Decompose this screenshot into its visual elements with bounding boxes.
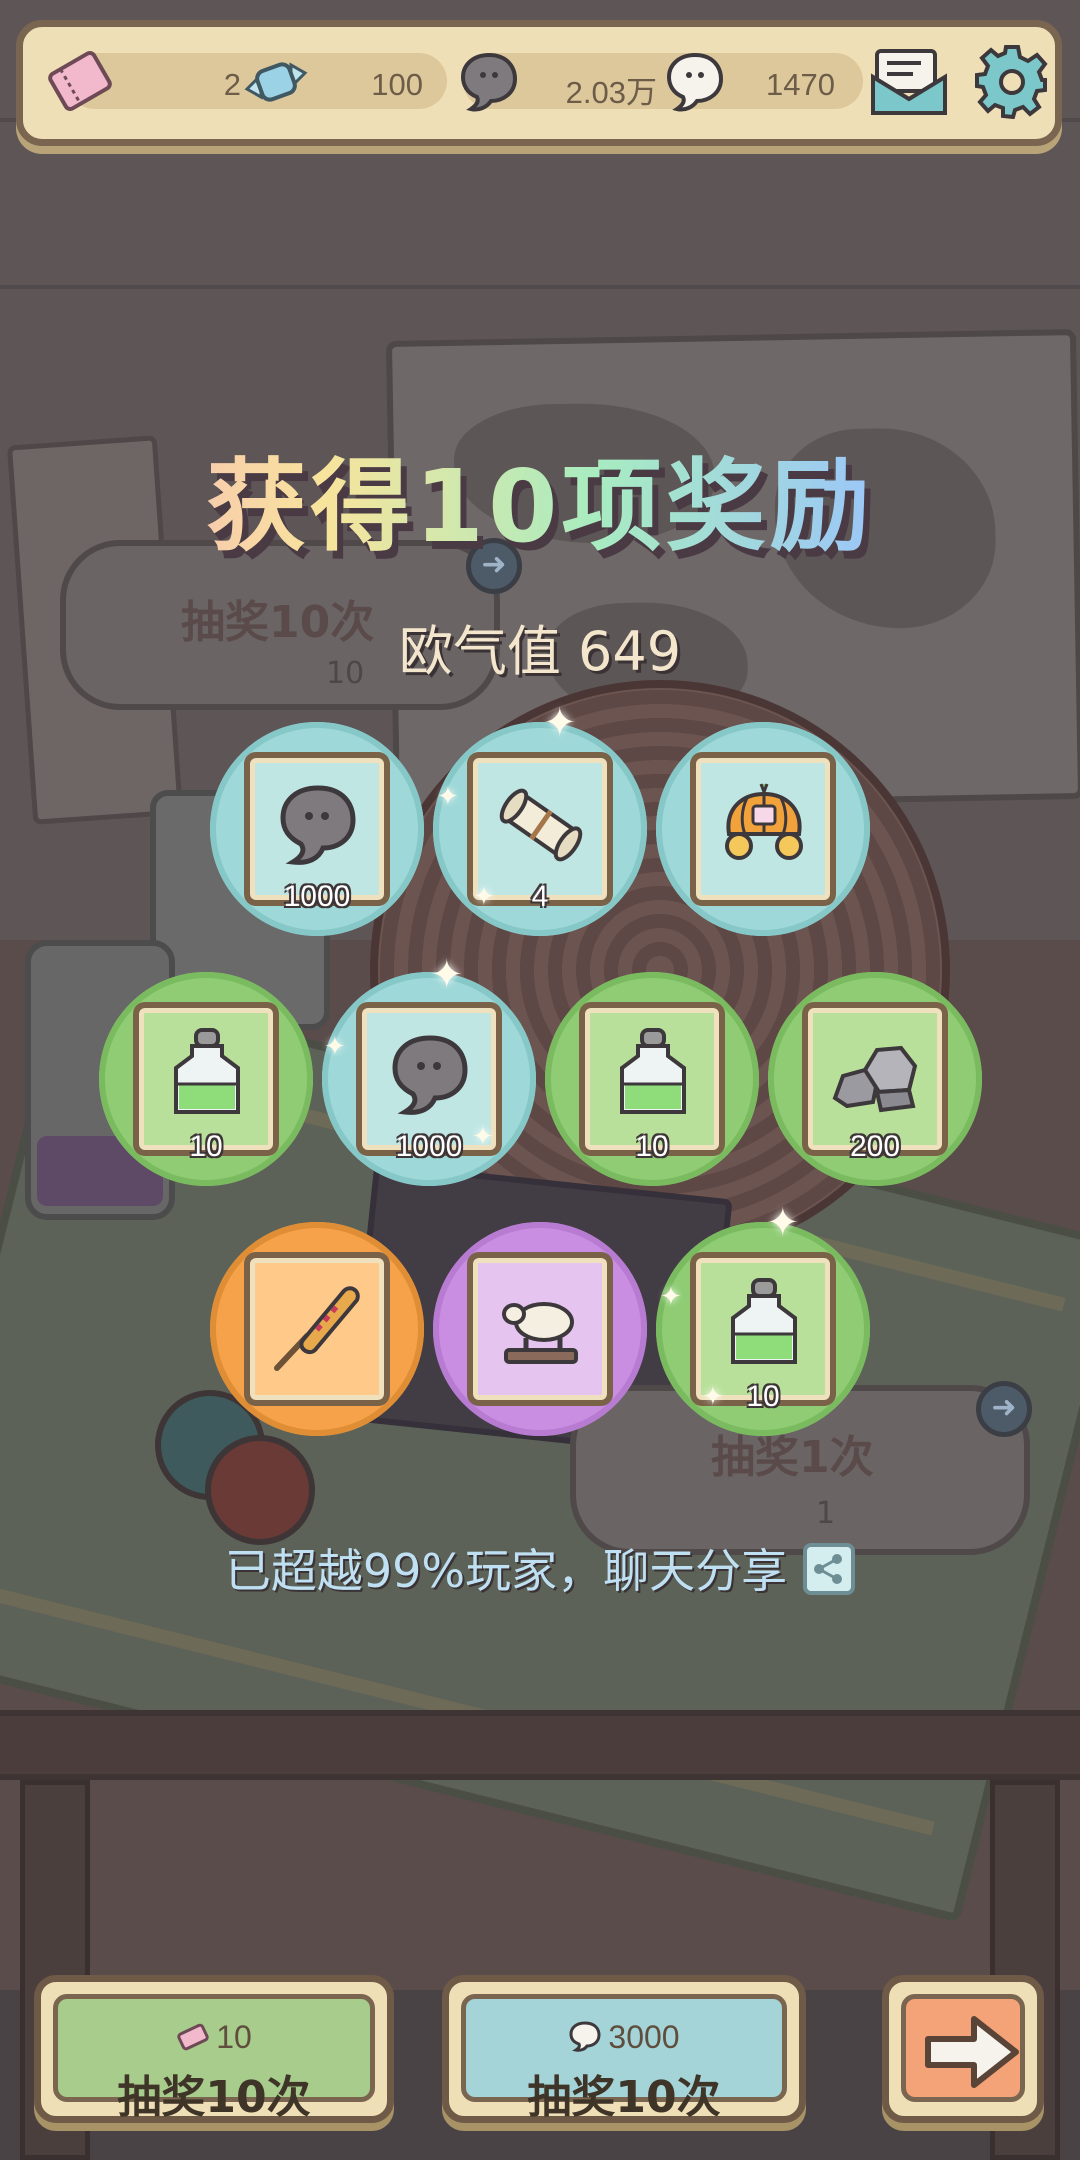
reward-count: 4	[531, 880, 549, 913]
sparkle-icon: ✦	[473, 882, 495, 912]
reward-item[interactable]: 10	[99, 972, 313, 1186]
candy-count: 100	[371, 67, 423, 102]
reward-item[interactable]	[210, 1222, 424, 1436]
white-bubble-icon	[666, 52, 724, 112]
pumpkin-carriage-icon	[725, 783, 803, 860]
candy-icon	[244, 62, 308, 102]
sparkle-icon: ✦	[660, 1282, 682, 1312]
next-button[interactable]	[882, 1975, 1044, 2123]
dark-bubble-icon	[280, 785, 356, 865]
corndog-icon	[274, 1286, 360, 1371]
reward-item[interactable]	[433, 1222, 647, 1436]
reward-item[interactable]: 10	[545, 972, 759, 1186]
scroll-icon	[499, 788, 583, 862]
reward-count: 1000	[395, 1130, 463, 1163]
share-link[interactable]: 已超越99%玩家，聊天分享	[0, 1535, 1080, 1601]
draw10-ticket-cost: 10	[216, 2019, 252, 2055]
dark-bubble-icon	[392, 1035, 468, 1115]
white-bubble-count: 1470	[766, 67, 835, 102]
white-bubble-icon	[569, 2021, 601, 2052]
dark-bubble-icon	[460, 52, 518, 112]
sparkle-icon: ✦	[766, 1200, 800, 1246]
reward-item[interactable]: 200	[768, 972, 982, 1186]
arrow-right-icon	[925, 2016, 1019, 2088]
arrow-icon: ➜	[976, 1381, 1032, 1437]
sheep-statue-icon	[502, 1302, 578, 1364]
reward-count: 10	[635, 1130, 669, 1163]
sparkle-icon: ✦	[472, 1122, 494, 1152]
draw1-card-cost: 1	[816, 1496, 836, 1531]
reward-count: 10	[189, 1130, 223, 1163]
draw10-ticket-label: 抽奖10次	[117, 2072, 311, 2123]
draw10-ticket-button[interactable]: 10 抽奖10次	[34, 1975, 394, 2123]
potion-bottle-icon	[620, 1028, 686, 1114]
reward-count: 200	[849, 1130, 901, 1163]
mail-icon[interactable]	[869, 43, 951, 119]
ticket-count: 2	[223, 67, 241, 102]
sparkle-icon: ✦	[437, 782, 459, 812]
reward-item[interactable]: 4 ✦ ✦ ✦	[433, 700, 647, 936]
sparkle-icon: ✦	[702, 1382, 724, 1412]
reward-count: 10	[746, 1380, 780, 1413]
share-text: 已超越99%玩家，聊天分享	[224, 1544, 788, 1598]
ticket-icon	[177, 2023, 209, 2051]
reward-title: 获得10项奖励	[0, 425, 1080, 570]
reward-item[interactable]: 1000	[210, 722, 424, 936]
reward-item[interactable]: 1000 ✦ ✦ ✦	[322, 952, 536, 1186]
reward-count: 1000	[283, 880, 351, 913]
sparkle-icon: ✦	[543, 700, 577, 746]
draw10-bubble-cost: 3000	[608, 2019, 680, 2055]
resource-bar: 2 100 2.03万 1470	[16, 20, 1062, 146]
ticket-icon	[48, 51, 112, 111]
gear-icon[interactable]	[973, 41, 1051, 119]
stones-icon	[832, 1045, 918, 1113]
reward-item[interactable]: 10 ✦ ✦ ✦	[656, 1200, 870, 1436]
draw10-bubble-button[interactable]: 3000 抽奖10次	[442, 1975, 806, 2123]
ball	[205, 1435, 315, 1545]
potion-bottle-icon	[174, 1028, 240, 1114]
reward-item[interactable]	[656, 722, 870, 936]
dark-bubble-count: 2.03万	[565, 75, 657, 110]
potion-bottle-icon	[731, 1278, 797, 1364]
sparkle-icon: ✦	[324, 1032, 346, 1062]
draw10-bubble-label: 抽奖10次	[527, 2072, 721, 2123]
sparkle-icon: ✦	[430, 952, 464, 998]
luck-value: 欧气值 649	[398, 620, 682, 683]
share-icon[interactable]	[803, 1543, 856, 1595]
